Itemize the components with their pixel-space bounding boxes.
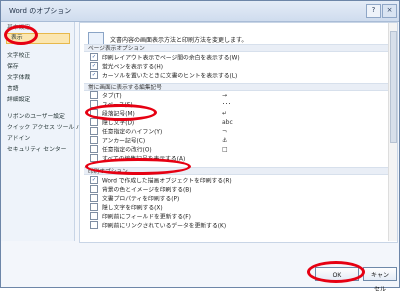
option-anchor-mark[interactable]: アンカー記号(C) ⚓ xyxy=(90,136,227,145)
checkbox[interactable] xyxy=(90,127,98,135)
space-symbol-icon: ･･･ xyxy=(222,101,232,108)
option-print-hidden-text[interactable]: 隠し文字を印刷する(X) xyxy=(90,203,163,212)
sidebar: 基本設定 表示 文字校正 保存 文字体裁 言語 詳細設定 リボンのユーザー設定 … xyxy=(1,22,88,241)
title-bar: Word のオプション ? × xyxy=(1,1,399,22)
checkbox[interactable]: ✓ xyxy=(90,176,98,184)
option-update-links[interactable]: 印刷前にリンクされているデータを更新する(K) xyxy=(90,221,226,230)
checkbox[interactable] xyxy=(90,145,98,153)
hidden-text-symbol-icon: abc xyxy=(222,119,233,126)
annotation-oval-space xyxy=(85,104,157,121)
option-update-fields[interactable]: 印刷前にフィールドを更新する(F) xyxy=(90,212,191,221)
checkbox[interactable] xyxy=(90,221,98,229)
tab-symbol-icon: → xyxy=(222,92,228,99)
option-show-page-margins[interactable]: ✓ 印刷レイアウト表示でページ間の余白を表示する(W) xyxy=(90,53,240,62)
hyphen-symbol-icon: ¬ xyxy=(222,128,228,135)
checkbox[interactable] xyxy=(90,194,98,202)
checkbox[interactable] xyxy=(90,203,98,211)
option-optional-break[interactable]: 任意指定の改行(O) □ xyxy=(90,145,228,154)
annotation-oval-display xyxy=(4,25,38,45)
annotation-oval-show-all xyxy=(85,158,191,175)
sidebar-item-typography[interactable]: 文字体裁 xyxy=(7,74,30,83)
option-tab-mark[interactable]: タブ(T) → xyxy=(90,91,227,100)
checkbox[interactable] xyxy=(90,136,98,144)
sidebar-item-save[interactable]: 保存 xyxy=(7,63,19,72)
options-content: 文書内容の画面表示方法と印刷方法を変更します。 ページ表示オプション ✓ 印刷レイ… xyxy=(79,22,398,243)
sidebar-item-security[interactable]: セキュリティ センター xyxy=(7,146,66,155)
option-print-properties[interactable]: 文書プロパティを印刷する(P) xyxy=(90,194,179,203)
word-options-window: Word のオプション ? × 基本設定 表示 文字校正 保存 文字体裁 言語 … xyxy=(0,0,400,293)
option-print-drawings[interactable]: ✓ Word で作成した描画オブジェクトを印刷する(R) xyxy=(90,176,232,185)
page-description: 文書内容の画面表示方法と印刷方法を変更します。 xyxy=(110,37,248,44)
help-icon[interactable]: ? xyxy=(366,4,381,18)
optional-break-symbol-icon: □ xyxy=(222,146,228,153)
option-print-background[interactable]: 背景の色とイメージを印刷する(B) xyxy=(90,185,192,194)
cancel-button[interactable]: キャンセル xyxy=(363,267,397,293)
anchor-icon: ⚓ xyxy=(222,137,228,144)
checkbox[interactable] xyxy=(90,212,98,220)
sidebar-item-quick-access[interactable]: クイック アクセス ツール バー xyxy=(7,124,88,133)
sidebar-item-ribbon[interactable]: リボンのユーザー設定 xyxy=(7,113,65,122)
checkbox[interactable]: ✓ xyxy=(90,53,98,61)
scroll-thumb[interactable] xyxy=(390,31,397,143)
checkbox[interactable] xyxy=(90,118,98,126)
option-highlighter[interactable]: ✓ 蛍光ペンを表示する(H) xyxy=(90,62,163,71)
checkbox[interactable] xyxy=(90,91,98,99)
section-formatting-marks: 常に画面に表示する編集記号 xyxy=(84,83,393,91)
option-document-tooltips[interactable]: ✓ カーソルを置いたときに文書のヒントを表示する(L) xyxy=(90,71,237,80)
checkbox[interactable]: ✓ xyxy=(90,62,98,70)
section-page-display-options: ページ表示オプション xyxy=(84,44,393,52)
checkbox[interactable] xyxy=(90,185,98,193)
option-optional-hyphen[interactable]: 任意指定のハイフン(Y) ¬ xyxy=(90,127,227,136)
vertical-scrollbar[interactable] xyxy=(388,23,397,241)
close-icon[interactable]: × xyxy=(382,4,397,18)
paragraph-symbol-icon: ↵ xyxy=(222,110,228,117)
window-title: Word のオプション xyxy=(9,7,72,15)
sidebar-item-addins[interactable]: アドイン xyxy=(7,135,30,144)
checkbox[interactable]: ✓ xyxy=(90,71,98,79)
sidebar-item-proofing[interactable]: 文字校正 xyxy=(7,52,30,61)
sidebar-item-language[interactable]: 言語 xyxy=(7,85,19,94)
sidebar-item-advanced[interactable]: 詳細設定 xyxy=(7,96,30,105)
annotation-oval-ok xyxy=(307,261,365,283)
